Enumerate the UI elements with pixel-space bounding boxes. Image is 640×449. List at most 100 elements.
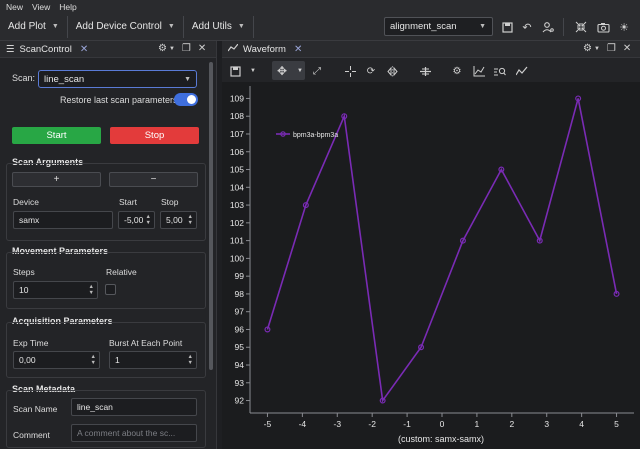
- theme-sun-icon[interactable]: ☀: [616, 19, 632, 35]
- add-device-control-label: Add Device Control: [75, 21, 162, 32]
- tab-waveform[interactable]: Waveform ✕: [227, 43, 308, 55]
- scan-control-scrollbar[interactable]: [209, 62, 213, 370]
- axis-settings-icon[interactable]: [472, 64, 486, 78]
- restore-toggle[interactable]: [174, 93, 198, 106]
- plot-area[interactable]: [222, 82, 640, 449]
- collapse-icon[interactable]: [573, 19, 589, 35]
- device-header: Device: [13, 197, 39, 207]
- scan-label: Scan:: [12, 73, 36, 83]
- crosshair-icon[interactable]: [343, 64, 357, 78]
- device-value: samx: [19, 215, 40, 225]
- chevron-down-icon: ▼: [167, 23, 175, 30]
- steps-value: 10: [19, 285, 29, 295]
- zoom-icon[interactable]: [493, 64, 507, 78]
- steps-label: Steps: [13, 267, 35, 277]
- relative-label: Relative: [106, 267, 137, 277]
- scan-control-title-bar: ☰ ScanControl ✕ ⚙ ▼ ❐ ✕: [0, 41, 216, 58]
- reset-icon[interactable]: ⟳: [364, 64, 378, 78]
- save-icon[interactable]: [228, 64, 242, 78]
- stop-button[interactable]: Stop: [110, 127, 199, 144]
- burst-spinbox[interactable]: 1 ▲ ▼: [109, 351, 197, 369]
- exp-time-label: Exp Time: [13, 338, 49, 348]
- burst-label: Burst At Each Point: [109, 338, 183, 348]
- chevron-down-icon: ▼: [479, 23, 486, 30]
- menu-view[interactable]: View: [32, 2, 50, 12]
- camera-icon[interactable]: [595, 19, 611, 35]
- steps-spinbox[interactable]: 10 ▲ ▼: [13, 281, 98, 299]
- scan-type-value: line_scan: [44, 73, 85, 85]
- start-spinbox[interactable]: -5,00 ▲ ▼: [118, 211, 155, 229]
- chevron-down-icon: ▼: [51, 23, 59, 30]
- save-icon[interactable]: [499, 19, 515, 35]
- user-settings-icon[interactable]: [540, 19, 556, 35]
- spin-arrows-icon[interactable]: ▲ ▼: [146, 214, 151, 226]
- undo-icon[interactable]: ↶: [519, 19, 535, 35]
- float-window-icon[interactable]: ❐: [182, 43, 191, 54]
- close-icon[interactable]: ✕: [294, 44, 302, 55]
- toolbar-divider: [563, 18, 564, 36]
- mirror-icon[interactable]: [385, 64, 399, 78]
- scan-type-combo[interactable]: line_scan ▼: [38, 70, 197, 88]
- tab-scan-control[interactable]: ☰ ScanControl ✕: [6, 44, 94, 55]
- stop-spinbox[interactable]: 5,00 ▲ ▼: [160, 211, 197, 229]
- line-plot-icon[interactable]: [515, 64, 529, 78]
- profile-combo[interactable]: alignment_scan ▼: [384, 17, 493, 36]
- float-window-icon[interactable]: ❐: [607, 43, 616, 54]
- stop-value: 5,00: [166, 215, 183, 225]
- burst-value: 1: [115, 355, 120, 365]
- scan-name-input[interactable]: line_scan: [71, 398, 197, 416]
- exp-time-value: 0,00: [19, 355, 36, 365]
- close-icon[interactable]: ✕: [80, 44, 88, 55]
- dock-controls: ⚙ ▼ ❐ ✕: [583, 43, 631, 54]
- spin-arrows-icon[interactable]: ▲ ▼: [188, 214, 193, 226]
- waveform-title-bar: Waveform ✕ ⚙ ▼ ❐ ✕: [222, 41, 640, 58]
- device-input[interactable]: samx: [13, 211, 113, 229]
- sliders-icon: ☰: [6, 43, 15, 55]
- add-device-control-button[interactable]: Add Device Control ▼: [68, 15, 184, 38]
- acquisition-parameters-group: [6, 322, 206, 378]
- chevron-down-icon: ▼: [184, 75, 191, 83]
- start-header: Start: [119, 197, 137, 207]
- relative-checkbox[interactable]: [105, 284, 116, 295]
- add-utils-button[interactable]: Add Utils ▼: [184, 15, 254, 38]
- waveform-icon: [227, 43, 239, 55]
- menu-help[interactable]: Help: [59, 2, 76, 12]
- scan-name-value: line_scan: [77, 402, 113, 412]
- close-icon[interactable]: ✕: [623, 43, 631, 54]
- start-value: -5,00: [124, 215, 144, 225]
- remove-argument-button[interactable]: −: [109, 172, 198, 187]
- tab-scan-control-label: ScanControl: [19, 43, 72, 55]
- add-utils-label: Add Utils: [191, 21, 232, 32]
- comment-label: Comment: [13, 430, 50, 440]
- gear-icon[interactable]: ⚙: [158, 43, 167, 54]
- fit-icon[interactable]: [418, 64, 432, 78]
- add-plot-label: Add Plot: [8, 21, 46, 32]
- chevron-down-icon[interactable]: ▼: [169, 46, 175, 54]
- spin-arrows-icon[interactable]: ▲ ▼: [188, 354, 193, 366]
- dock-controls: ⚙ ▼ ❐ ✕: [158, 43, 206, 54]
- menu-new[interactable]: New: [6, 2, 23, 12]
- gear-icon[interactable]: ⚙: [583, 43, 592, 54]
- spin-arrows-icon[interactable]: ▲ ▼: [91, 354, 96, 366]
- settings-icon[interactable]: ⚙: [450, 64, 464, 78]
- restore-label: Restore last scan parameters: [60, 95, 178, 105]
- close-icon[interactable]: ✕: [198, 43, 206, 54]
- start-button[interactable]: Start: [12, 127, 101, 144]
- main-toolbar: Add Plot ▼ Add Device Control ▼ Add Utils ▼…: [0, 13, 640, 41]
- tab-waveform-label: Waveform: [243, 43, 286, 55]
- exp-time-spinbox[interactable]: 0,00 ▲ ▼: [13, 351, 100, 369]
- scan-name-label: Scan Name: [13, 404, 58, 414]
- expand-icon[interactable]: ⤢: [310, 64, 324, 78]
- chevron-down-icon[interactable]: ▼: [293, 64, 307, 78]
- pan-icon[interactable]: ✥: [275, 64, 289, 78]
- comment-placeholder: A comment about the sc...: [77, 428, 176, 438]
- profile-value: alignment_scan: [390, 21, 457, 32]
- add-plot-button[interactable]: Add Plot ▼: [0, 15, 68, 38]
- chevron-down-icon[interactable]: ▼: [246, 64, 260, 78]
- spin-arrows-icon[interactable]: ▲ ▼: [89, 284, 94, 296]
- chevron-down-icon[interactable]: ▼: [594, 46, 600, 54]
- chevron-down-icon: ▼: [237, 23, 245, 30]
- add-argument-button[interactable]: +: [12, 172, 101, 187]
- menu-bar: New View Help: [0, 0, 640, 13]
- comment-input[interactable]: A comment about the sc...: [71, 424, 197, 442]
